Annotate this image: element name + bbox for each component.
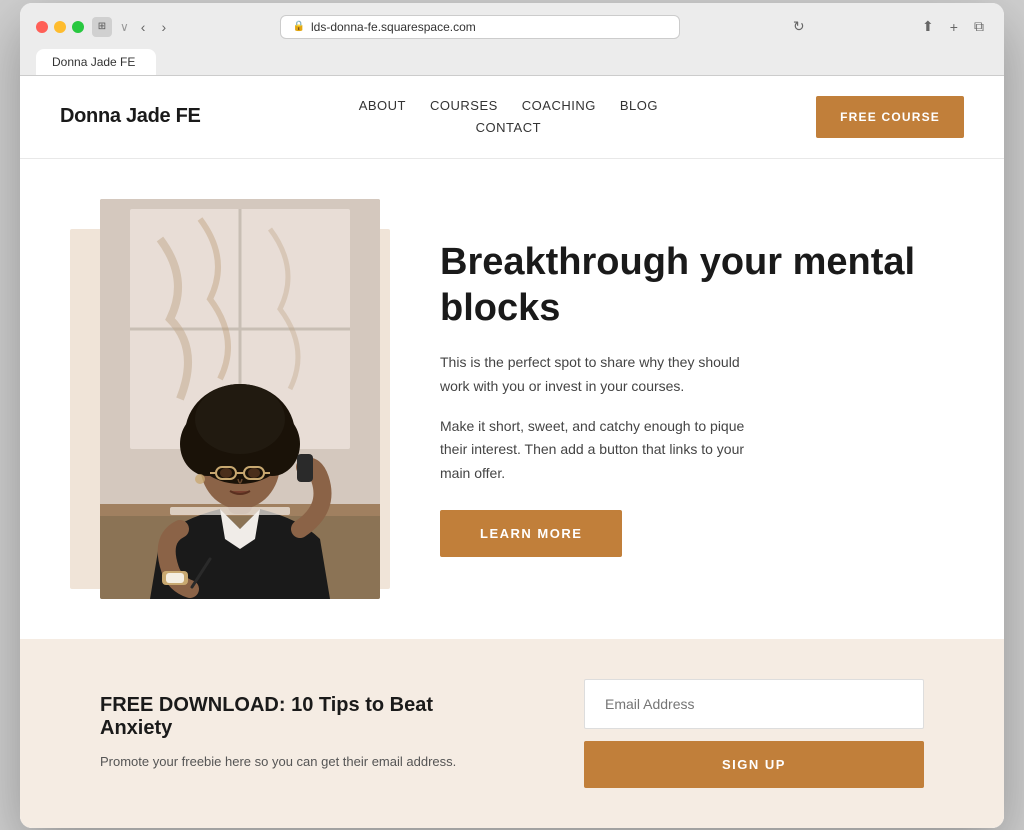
free-download-description: Promote your freebie here so you can get… xyxy=(100,752,492,773)
nav-coaching[interactable]: COACHING xyxy=(522,98,596,113)
hero-section: Breakthrough your mental blocks This is … xyxy=(20,159,1004,639)
nav-courses[interactable]: COURSES xyxy=(430,98,498,113)
browser-actions: ⬆ + ⧉ xyxy=(918,16,988,37)
person-illustration xyxy=(100,199,380,599)
lock-icon: 🔒 xyxy=(293,21,305,32)
hero-image xyxy=(100,199,380,599)
forward-button[interactable]: › xyxy=(157,17,170,37)
address-bar[interactable]: 🔒 lds-donna-fe.squarespace.com xyxy=(280,15,680,39)
learn-more-button[interactable]: LEARN MORE xyxy=(440,510,622,557)
site-nav: Donna Jade FE ABOUT COURSES COACHING BLO… xyxy=(20,76,1004,159)
free-download-right: SIGN UP xyxy=(532,679,924,788)
hero-content: Breakthrough your mental blocks This is … xyxy=(440,240,924,557)
window-layout-icon[interactable]: ⊞ xyxy=(92,17,112,37)
minimize-button[interactable] xyxy=(54,21,66,33)
close-button[interactable] xyxy=(36,21,48,33)
url-text: lds-donna-fe.squarespace.com xyxy=(311,20,476,34)
nav-blog[interactable]: BLOG xyxy=(620,98,658,113)
signup-button[interactable]: SIGN UP xyxy=(584,741,924,788)
nav-links-top: ABOUT COURSES COACHING BLOG xyxy=(359,97,658,115)
nav-links-bottom: CONTACT xyxy=(476,119,541,137)
share-button[interactable]: ⬆ xyxy=(918,16,938,37)
hero-title: Breakthrough your mental blocks xyxy=(440,240,924,331)
nav-contact[interactable]: CONTACT xyxy=(476,120,541,135)
free-download-left: FREE DOWNLOAD: 10 Tips to Beat Anxiety P… xyxy=(100,694,492,773)
nav-about[interactable]: ABOUT xyxy=(359,98,406,113)
site-logo[interactable]: Donna Jade FE xyxy=(60,105,201,128)
hero-paragraph-2: Make it short, sweet, and catchy enough … xyxy=(440,415,760,486)
nav-links-wrapper: ABOUT COURSES COACHING BLOG CONTACT xyxy=(359,97,658,137)
hero-paragraph-1: This is the perfect spot to share why th… xyxy=(440,351,760,399)
website-content: Donna Jade FE ABOUT COURSES COACHING BLO… xyxy=(20,76,1004,828)
maximize-button[interactable] xyxy=(72,21,84,33)
free-download-section: FREE DOWNLOAD: 10 Tips to Beat Anxiety P… xyxy=(20,639,1004,828)
free-download-title: FREE DOWNLOAD: 10 Tips to Beat Anxiety xyxy=(100,694,492,740)
sidebar-button[interactable]: ⧉ xyxy=(970,16,988,37)
new-tab-button[interactable]: + xyxy=(946,17,962,37)
hero-image-container xyxy=(100,199,380,599)
email-input[interactable] xyxy=(584,679,924,729)
refresh-button[interactable]: ↻ xyxy=(789,16,809,37)
traffic-lights xyxy=(36,21,84,33)
browser-window: ⊞ ∨ ‹ › 🔒 lds-donna-fe.squarespace.com ↻… xyxy=(20,3,1004,828)
tab-bar: Donna Jade FE xyxy=(36,49,988,75)
browser-controls: ⊞ ∨ ‹ › 🔒 lds-donna-fe.squarespace.com ↻… xyxy=(36,15,988,39)
back-button[interactable]: ‹ xyxy=(137,17,150,37)
active-tab[interactable]: Donna Jade FE xyxy=(36,49,156,75)
browser-chrome: ⊞ ∨ ‹ › 🔒 lds-donna-fe.squarespace.com ↻… xyxy=(20,3,1004,76)
free-course-button[interactable]: FREE COURSE xyxy=(816,96,964,138)
